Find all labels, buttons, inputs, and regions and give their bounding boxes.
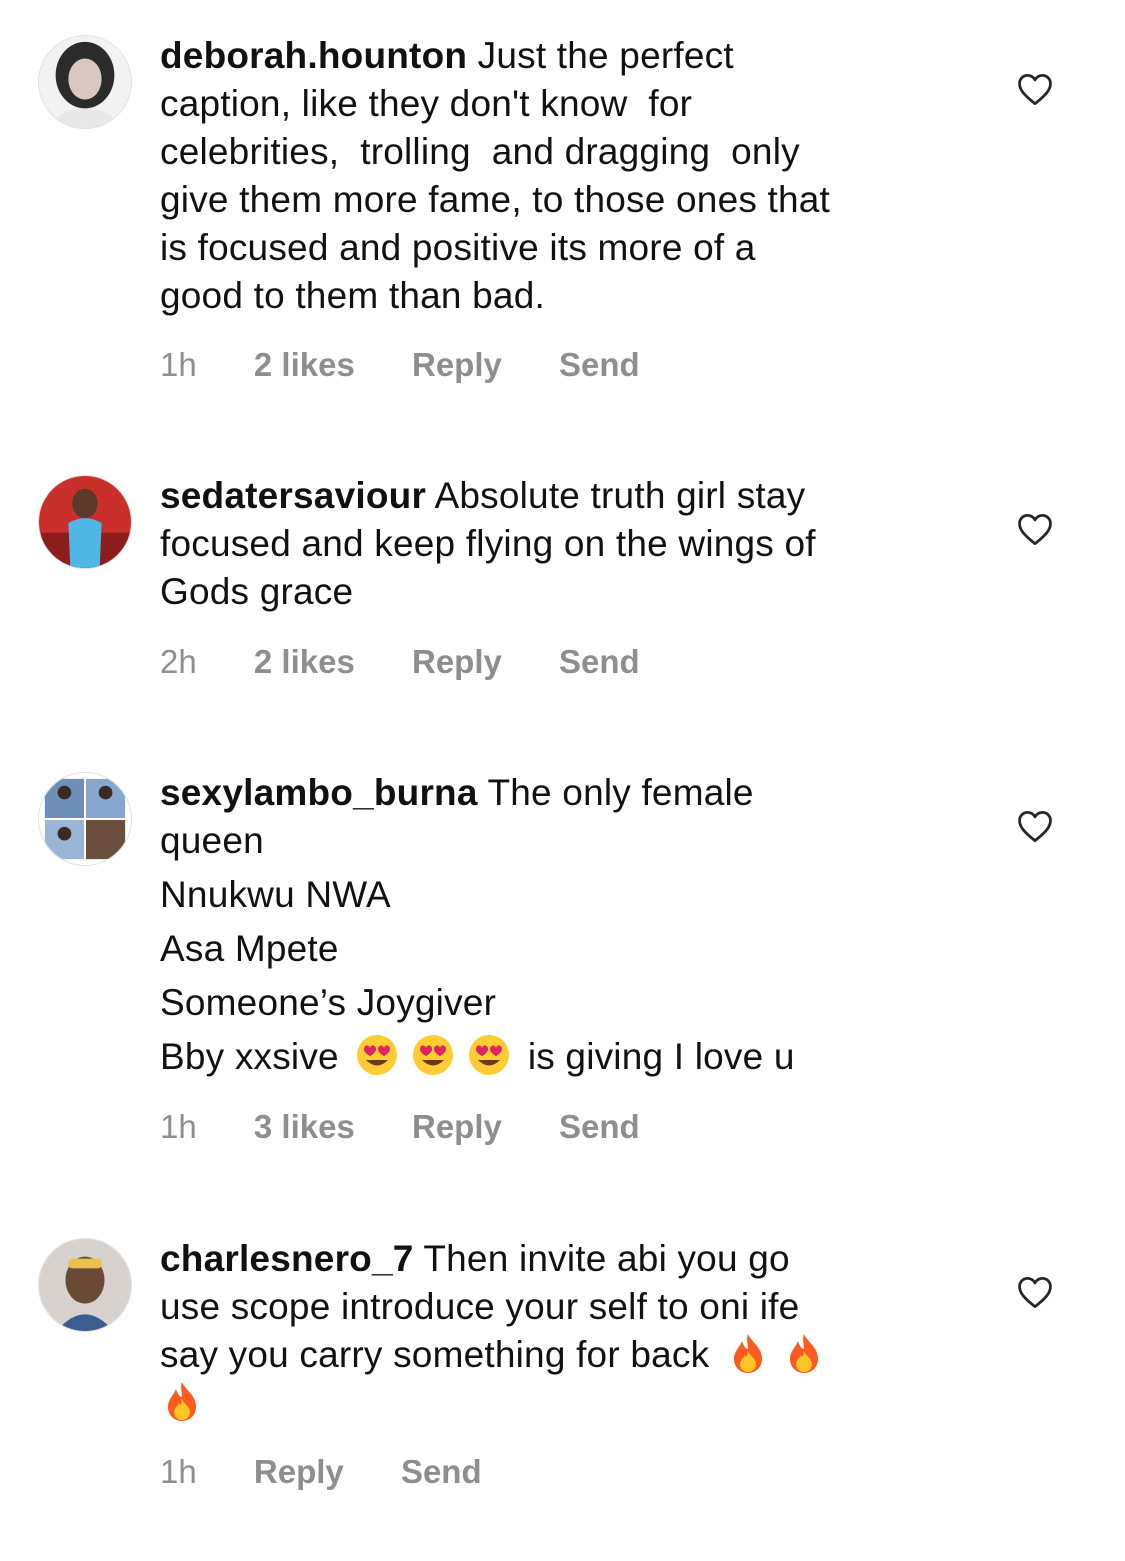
fire-emoji [782,1331,826,1375]
comment-body-line: Gods grace [160,571,354,612]
comment-body-line: good to them than bad. [160,275,545,316]
comment-username[interactable]: deborah.hounton [160,35,467,76]
comment-body-line: Nnukwu NWA [160,874,391,915]
comment-time: 1h [160,346,197,383]
reply-button[interactable]: Reply [412,1108,502,1145]
comment-body: Then invite abi you go [413,1238,790,1279]
reply-button[interactable]: Reply [412,346,502,383]
heart-outline-icon[interactable] [1016,512,1054,546]
comment-body-line: caption, like they don't know for [160,83,693,124]
comment-body: The only female [477,772,754,813]
comment-body-line: Bby xxsive is giving I love u [160,1033,960,1081]
heart-eyes-emoji [467,1033,511,1077]
comment-meta: 2h 2 likes Reply Send [160,643,688,681]
comment-body-line: Someone’s Joygiver [160,982,497,1023]
reply-button[interactable]: Reply [254,1453,344,1490]
comment-body-line [160,1379,960,1427]
comment-body-line: Asa Mpete [160,928,339,969]
comment-body-line: say you carry something for back [160,1331,960,1379]
comment-body: Absolute truth girl stay [426,475,806,516]
heart-eyes-emoji [355,1033,399,1077]
fire-emoji [726,1331,770,1375]
comment-text: charlesnero_7 Then invite abi you go use… [160,1235,960,1427]
avatar[interactable] [38,475,132,569]
comment-meta: 1h 3 likes Reply Send [160,1108,688,1146]
comment-meta: 1h Reply Send [160,1453,530,1491]
heart-eyes-emoji [411,1033,455,1077]
fire-emoji [160,1379,204,1423]
send-button[interactable]: Send [559,1108,640,1145]
avatar[interactable] [38,35,132,129]
heart-outline-icon[interactable] [1016,72,1054,106]
comment-body-line: queen [160,820,264,861]
comment-username[interactable]: charlesnero_7 [160,1238,414,1279]
reply-button[interactable]: Reply [412,643,502,680]
comment-body-line: focused and keep flying on the wings of [160,523,816,564]
avatar[interactable] [38,1238,132,1332]
send-button[interactable]: Send [559,346,640,383]
comment-time: 1h [160,1453,197,1490]
comment-username[interactable]: sexylambo_burna [160,772,478,813]
comment-meta: 1h 2 likes Reply Send [160,346,688,384]
comment-time: 1h [160,1108,197,1145]
likes-count[interactable]: 2 likes [254,346,355,383]
send-button[interactable]: Send [559,643,640,680]
heart-outline-icon[interactable] [1016,1275,1054,1309]
comment-body-line: is focused and positive its more of a [160,227,756,268]
comment-body: Just the perfect [467,35,734,76]
heart-outline-icon[interactable] [1016,809,1054,843]
comment-username[interactable]: sedatersaviour [160,475,426,516]
likes-count[interactable]: 2 likes [254,643,355,680]
comment-body-line: use scope introduce your self to oni ife [160,1286,800,1327]
comment-body-line: give them more fame, to those ones that [160,179,831,220]
comment-text: sexylambo_burna The only female queen Nn… [160,769,960,1081]
comment-text: sedatersaviour Absolute truth girl stay … [160,472,960,616]
comment-body-line: celebrities, trolling and dragging only [160,131,800,172]
avatar[interactable] [38,772,132,866]
send-button[interactable]: Send [401,1453,482,1490]
likes-count[interactable]: 3 likes [254,1108,355,1145]
comment-time: 2h [160,643,197,680]
comment-text: deborah.hounton Just the perfect caption… [160,32,960,320]
